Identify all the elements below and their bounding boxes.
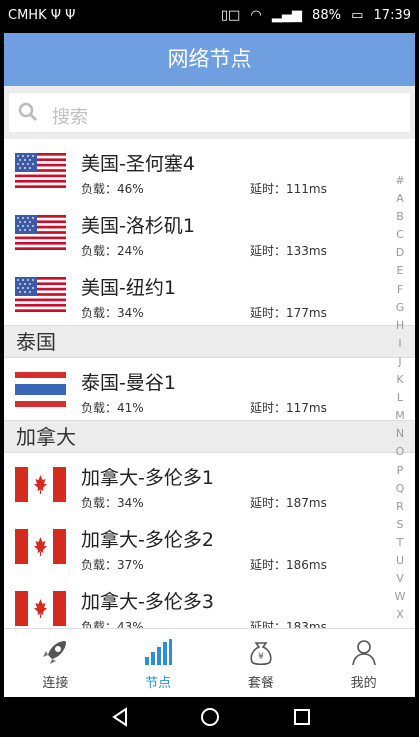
node-name: 泰国-曼谷1 (81, 372, 176, 394)
node-row[interactable]: 加拿大-多伦多3 负载：43% 延时：183ms (4, 577, 415, 628)
battery-icon: ▭ (351, 8, 364, 23)
status-bar: CMHK Ψ Ψ ▯□ ◠ ▂▄▆ 88% ▭ 17:39 (0, 0, 419, 33)
index-letter[interactable]: M (387, 407, 413, 425)
svg-text:¥: ¥ (258, 652, 264, 662)
wifi-icon: ◠ (250, 8, 262, 23)
index-letter[interactable]: T (387, 534, 413, 552)
system-nav-bar (0, 697, 419, 737)
index-letter[interactable]: G (387, 299, 413, 317)
node-load: 负载：24% (81, 244, 144, 258)
node-row[interactable]: 加拿大-多伦多1 负载：34% 延时：187ms (4, 453, 415, 515)
search-input[interactable]: 搜索 (9, 93, 410, 132)
index-letter[interactable]: A (387, 190, 413, 208)
index-letter[interactable]: W (387, 588, 413, 606)
node-row[interactable]: 美国-纽约1 负载：34% 延时：177ms (4, 263, 415, 325)
index-letter[interactable]: S (387, 516, 413, 534)
tab-2[interactable]: ¥ 套餐 (210, 629, 313, 697)
index-letter[interactable]: X (387, 606, 413, 624)
index-letter[interactable]: L (387, 389, 413, 407)
index-letter[interactable]: I (387, 335, 413, 353)
flag-icon (15, 591, 66, 626)
node-load: 负载：37% (81, 558, 144, 572)
node-row[interactable]: 泰国-曼谷1 负载：41% 延时：117ms (4, 358, 415, 420)
recents-icon[interactable] (292, 707, 312, 727)
usb-icon: Ψ (50, 8, 61, 23)
index-letter[interactable]: P (387, 462, 413, 480)
node-name: 美国-洛杉矶1 (81, 215, 195, 237)
node-list[interactable]: 美国-圣何塞4 负载：46% 延时：111ms 美国-洛杉矶1 负载：24% 延时：133… (4, 139, 415, 628)
node-latency: 延时：133ms (250, 244, 327, 258)
index-letter[interactable]: V (387, 570, 413, 588)
section-header: 加拿大 (4, 420, 415, 453)
node-row[interactable]: 加拿大-多伦多2 负载：37% 延时：186ms (4, 515, 415, 577)
index-letter[interactable]: F (387, 281, 413, 299)
node-latency: 延时：187ms (250, 496, 327, 510)
node-latency: 延时：117ms (250, 401, 327, 415)
node-name: 加拿大-多伦多3 (81, 591, 214, 613)
flag-icon (15, 467, 66, 502)
index-letter[interactable]: Q (387, 480, 413, 498)
node-latency: 延时：111ms (250, 182, 327, 196)
node-name: 加拿大-多伦多2 (81, 529, 214, 551)
node-row[interactable]: 美国-洛杉矶1 负载：24% 延时：133ms (4, 201, 415, 263)
node-load: 负载：43% (81, 620, 144, 628)
vibrate-icon: ▯□ (220, 8, 241, 23)
node-load: 负载：34% (81, 306, 144, 320)
node-latency: 延时：177ms (250, 306, 327, 320)
index-letter[interactable]: K (387, 371, 413, 389)
flag-icon (15, 372, 66, 407)
carrier-label: CMHK (8, 8, 47, 23)
app-screen: 网络节点 搜索 美国-圣何塞4 负载：46% 延时：111ms 美国-洛杉矶1 负载：2… (4, 33, 415, 697)
clock: 17:39 (373, 8, 411, 23)
tab-label: 套餐 (247, 676, 274, 691)
index-letter[interactable]: # (387, 172, 413, 190)
tab-1[interactable]: 节点 (107, 629, 210, 697)
node-name: 美国-纽约1 (81, 277, 176, 299)
node-load: 负载：46% (81, 182, 144, 196)
flag-icon (15, 529, 66, 564)
node-name: 加拿大-多伦多1 (81, 467, 214, 489)
index-letter[interactable]: O (387, 443, 413, 461)
index-letter[interactable]: E (387, 262, 413, 280)
search-placeholder: 搜索 (52, 107, 88, 128)
node-row[interactable]: 美国-圣何塞4 负载：46% 延时：111ms (4, 139, 415, 201)
index-letter[interactable]: U (387, 552, 413, 570)
search-icon (18, 102, 38, 122)
flag-icon (15, 153, 66, 188)
node-latency: 延时：183ms (250, 620, 327, 628)
search-bar: 搜索 (4, 86, 415, 139)
node-load: 负载：41% (81, 401, 144, 415)
index-letter[interactable]: C (387, 226, 413, 244)
index-letter[interactable]: D (387, 244, 413, 262)
index-letter[interactable]: J (387, 353, 413, 371)
index-letter[interactable]: H (387, 317, 413, 335)
tab-label: 节点 (145, 676, 172, 691)
battery-level: 88% (312, 8, 341, 23)
signal-icon: ▂▄▆ (271, 8, 302, 23)
index-letter[interactable]: N (387, 425, 413, 443)
home-icon[interactable] (200, 707, 220, 727)
tab-label: 连接 (42, 676, 69, 691)
index-letter[interactable]: R (387, 498, 413, 516)
tab-label: 我的 (350, 676, 377, 691)
node-load: 负载：34% (81, 496, 144, 510)
index-letter[interactable]: B (387, 208, 413, 226)
bottom-tab-bar: 连接 节点 ¥ 套餐 我的 (4, 628, 415, 697)
back-icon[interactable] (110, 707, 130, 727)
flag-icon (15, 215, 66, 250)
tab-3[interactable]: 我的 (312, 629, 415, 697)
tab-0[interactable]: 连接 (4, 629, 107, 697)
node-latency: 延时：186ms (250, 558, 327, 572)
alphabet-index[interactable]: #ABCDEFGHIJKLMNOPQRSTUVWXYZ (387, 172, 413, 661)
usb-icon: Ψ (65, 8, 76, 23)
node-name: 美国-圣何塞4 (81, 153, 195, 175)
flag-icon (15, 277, 66, 312)
page-title: 网络节点 (4, 33, 415, 86)
section-header: 泰国 (4, 325, 415, 358)
